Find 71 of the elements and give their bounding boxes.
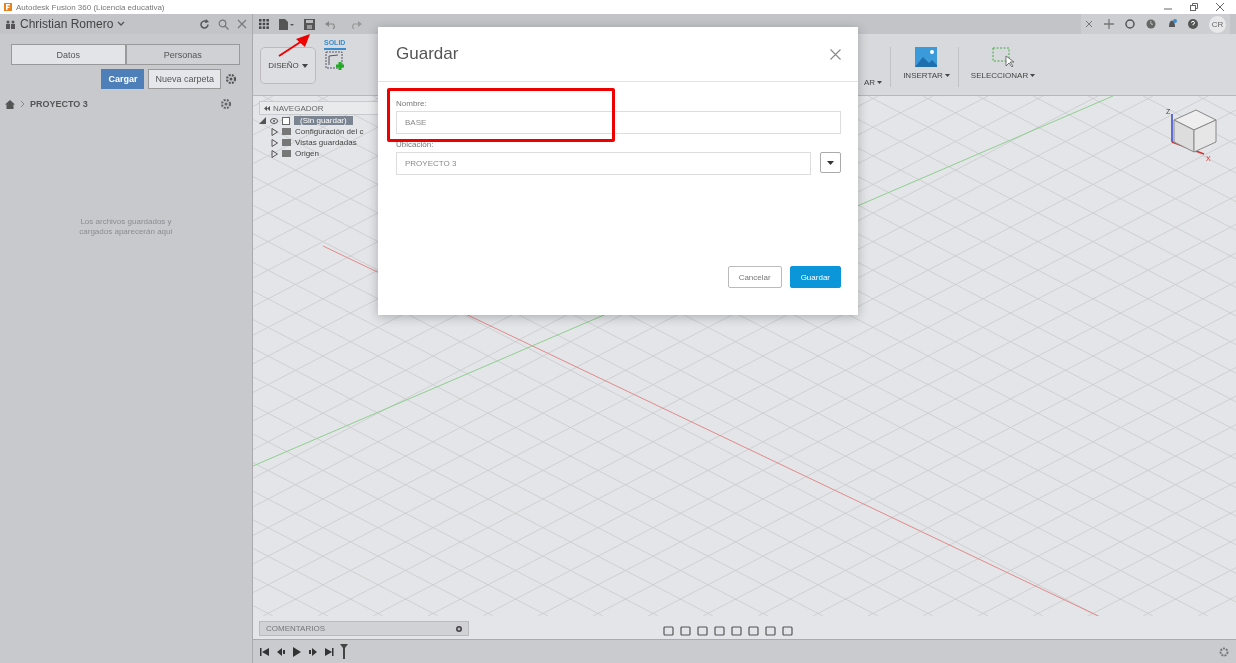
tree-item[interactable]: Origen (295, 149, 319, 158)
comments-panel[interactable]: COMENTARIOS (259, 621, 469, 636)
settings-icon[interactable] (1219, 646, 1229, 657)
workspace-dropdown[interactable]: DISEÑO (260, 47, 316, 84)
help-icon[interactable] (1188, 19, 1198, 29)
eye-icon[interactable] (270, 117, 278, 124)
skip-start-icon[interactable] (260, 646, 270, 657)
step-forward-icon[interactable] (308, 646, 318, 657)
tab[interactable]: Datos (11, 44, 126, 65)
caret-icon[interactable] (877, 81, 883, 84)
skip-end-icon[interactable] (324, 646, 334, 657)
search-icon[interactable] (218, 18, 229, 30)
caret-icon (301, 63, 308, 68)
selection-icon[interactable] (992, 47, 1014, 67)
collapse-icon[interactable] (264, 105, 270, 111)
file-icon[interactable] (279, 18, 294, 30)
caret-icon (827, 160, 834, 165)
image-icon[interactable] (915, 47, 938, 67)
dropdown-button[interactable] (820, 152, 841, 173)
save-button[interactable]: Guardar (789, 266, 841, 288)
tab[interactable]: Personas (125, 44, 240, 65)
restore-icon[interactable] (1190, 3, 1198, 11)
close-icon[interactable] (237, 19, 247, 29)
collapsed-triangle-icon[interactable] (271, 127, 278, 136)
tree-item[interactable]: Configuración del c (295, 127, 364, 136)
ribbon-group-label[interactable]: INSERTAR (903, 71, 943, 80)
ribbon-group-label[interactable]: AR (864, 78, 876, 87)
caret-icon[interactable] (944, 74, 950, 77)
close-icon[interactable] (1216, 3, 1224, 11)
settings-icon[interactable] (225, 73, 237, 85)
name-input[interactable]: BASE (396, 111, 841, 134)
bell-icon[interactable] (1167, 19, 1177, 29)
step-back-icon[interactable] (276, 646, 286, 657)
upload-button[interactable]: Cargar (101, 69, 145, 89)
collapsed-triangle-icon[interactable] (271, 138, 278, 147)
panel-title: COMENTARIOS (266, 624, 325, 633)
play-icon[interactable] (292, 646, 302, 657)
pointer-arrow (278, 34, 310, 58)
sketch-create-icon[interactable] (324, 50, 346, 72)
tree-item[interactable]: (Sin guardar) (294, 116, 353, 125)
chevron-down-icon[interactable] (117, 21, 126, 27)
close-tab-icon[interactable] (1085, 20, 1093, 28)
timeline-marker-icon[interactable] (340, 644, 348, 659)
ribbon-group-label[interactable]: SELECCIONAR (970, 71, 1029, 80)
field-label: Ubicación: (396, 140, 435, 151)
dialog-title: Guardar (396, 44, 459, 64)
plus-icon[interactable] (1104, 19, 1114, 29)
collapsed-triangle-icon[interactable] (271, 149, 278, 158)
caret-icon[interactable] (1030, 74, 1036, 77)
close-icon[interactable] (830, 48, 841, 60)
clock-icon[interactable] (1146, 19, 1156, 29)
add-comment-icon[interactable] (456, 625, 462, 632)
gear-icon[interactable] (220, 98, 232, 110)
location-field[interactable]: PROYECTO 3 (396, 152, 811, 175)
cancel-button[interactable]: Cancelar (727, 266, 782, 288)
expanded-triangle-icon[interactable] (259, 117, 266, 124)
document-icon (282, 116, 290, 125)
home-icon[interactable] (5, 99, 15, 109)
app-logo-icon (4, 3, 12, 11)
window-title: Autodesk Fusion 360 (Licencia educativa) (16, 2, 165, 12)
user-avatar[interactable]: CR (1209, 15, 1226, 33)
apps-grid-icon[interactable] (259, 19, 269, 29)
breadcrumb-link[interactable]: PROYECTO 3 (30, 99, 88, 109)
chevron-right-icon (20, 100, 25, 108)
people-icon (5, 19, 16, 29)
tree-item[interactable]: Vistas guardadas (295, 138, 357, 147)
field-label: Nombre: (396, 99, 428, 110)
panel-title: NAVEGADOR (273, 103, 324, 113)
new-folder-button[interactable]: Nueva carpeta (148, 69, 221, 89)
save-icon[interactable] (304, 18, 315, 30)
refresh-icon[interactable] (199, 18, 210, 30)
